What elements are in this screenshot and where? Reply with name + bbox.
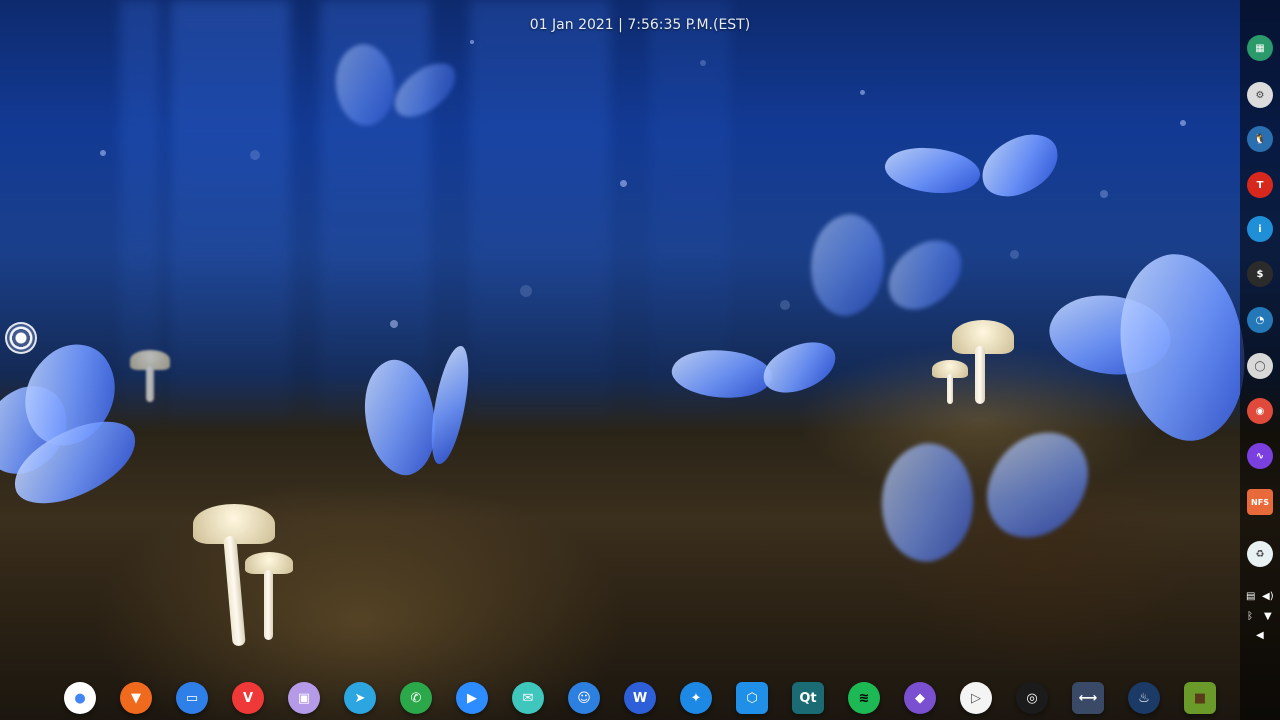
media-player-icon[interactable]: ▷ — [960, 682, 992, 714]
qt-app-icon[interactable]: Qt — [792, 682, 824, 714]
zoom-icon[interactable]: ▶ — [456, 682, 488, 714]
telegram-icon[interactable]: ➤ — [344, 682, 376, 714]
phone-icon[interactable]: ✆ — [400, 682, 432, 714]
chat-icon[interactable]: ◯ — [1247, 353, 1273, 379]
app-launcher-icon[interactable] — [5, 322, 37, 354]
trash-icon[interactable]: ♻ — [1247, 541, 1273, 567]
bokeh — [390, 320, 398, 328]
butterfly — [1040, 239, 1273, 456]
bokeh — [620, 180, 627, 187]
speedometer-icon[interactable]: ◔ — [1247, 307, 1273, 333]
bluetooth-icon[interactable]: ᛒ — [1247, 611, 1253, 622]
finder-icon[interactable]: ☺ — [568, 682, 600, 714]
mushroom — [190, 500, 310, 650]
messages-icon[interactable]: ▭ — [176, 682, 208, 714]
side-dock: ▤ ◀) ᛒ ▼ ◀ ▦ ⚙ 🐧 Ti $ ◔ ◯ ◉ ∿ NFS ♻ — [1240, 0, 1280, 720]
wallpaper-shaft — [170, 0, 290, 420]
minecraft-icon[interactable]: ■ — [1184, 682, 1216, 714]
telescope-icon[interactable]: ✦ — [680, 682, 712, 714]
date-time-clock[interactable]: 01 Jan 2021 | 7:56:35 P.M.(EST) — [0, 17, 1280, 33]
clipboard-icon[interactable]: ▤ — [1246, 591, 1255, 602]
terminal-icon[interactable]: $ — [1247, 261, 1273, 287]
info-icon[interactable]: i — [1247, 216, 1273, 242]
nfs-folder-icon[interactable]: NFS — [1247, 489, 1273, 515]
butterfly — [864, 419, 1098, 572]
bokeh — [520, 285, 532, 297]
app-store-icon[interactable]: ⬡ — [736, 682, 768, 714]
collapse-tray-icon[interactable]: ◀ — [1256, 630, 1264, 641]
audio-wave-icon[interactable]: ∿ — [1247, 443, 1273, 469]
linux-tux-icon[interactable]: 🐧 — [1247, 126, 1273, 152]
wifi-icon[interactable]: ▼ — [1264, 611, 1272, 622]
vpn-arrows-icon[interactable]: ⟷ — [1072, 682, 1104, 714]
mushroom — [930, 318, 1025, 408]
settings-icon[interactable]: ⚙ — [1247, 82, 1273, 108]
bottom-dock: ● ▼ ▭ V ▣ ➤ ✆ ▶ ✉ ☺ W ✦ ⬡ Qt ≋ ◆ ▷ ◎ ⟷ ♨ ■ — [55, 678, 1235, 718]
wallpaper-shaft — [470, 0, 610, 420]
butterfly — [323, 25, 466, 135]
bokeh — [1010, 250, 1019, 259]
mushroom — [128, 348, 173, 408]
butterfly — [881, 126, 1067, 213]
floppy-save-icon[interactable]: ▣ — [288, 682, 320, 714]
bokeh — [470, 40, 474, 44]
steam-icon[interactable]: ♨ — [1128, 682, 1160, 714]
brave-icon[interactable]: ▼ — [120, 682, 152, 714]
butterfly — [348, 343, 475, 484]
system-monitor-icon[interactable]: ▦ — [1247, 35, 1273, 61]
bokeh — [860, 90, 865, 95]
bokeh — [1100, 190, 1108, 198]
vivaldi-icon[interactable]: V — [232, 682, 264, 714]
butterfly — [668, 336, 842, 407]
kdenlive-icon[interactable]: ◆ — [904, 682, 936, 714]
obs-icon[interactable]: ◎ — [1016, 682, 1048, 714]
bokeh — [700, 60, 706, 66]
red-app-icon[interactable]: T — [1247, 172, 1273, 198]
chrome-icon[interactable]: ◉ — [1247, 398, 1273, 424]
wps-writer-icon[interactable]: W — [624, 682, 656, 714]
bokeh — [1180, 120, 1186, 126]
google-assistant-icon[interactable]: ● — [64, 682, 96, 714]
bokeh — [250, 150, 260, 160]
spotify-icon[interactable]: ≋ — [848, 682, 880, 714]
butterfly — [801, 205, 974, 325]
desktop: 01 Jan 2021 | 7:56:35 P.M.(EST) ▤ ◀) ᛒ ▼… — [0, 0, 1280, 720]
bokeh — [100, 150, 106, 156]
mail-icon[interactable]: ✉ — [512, 682, 544, 714]
volume-icon[interactable]: ◀) — [1262, 591, 1274, 602]
bokeh — [780, 300, 790, 310]
